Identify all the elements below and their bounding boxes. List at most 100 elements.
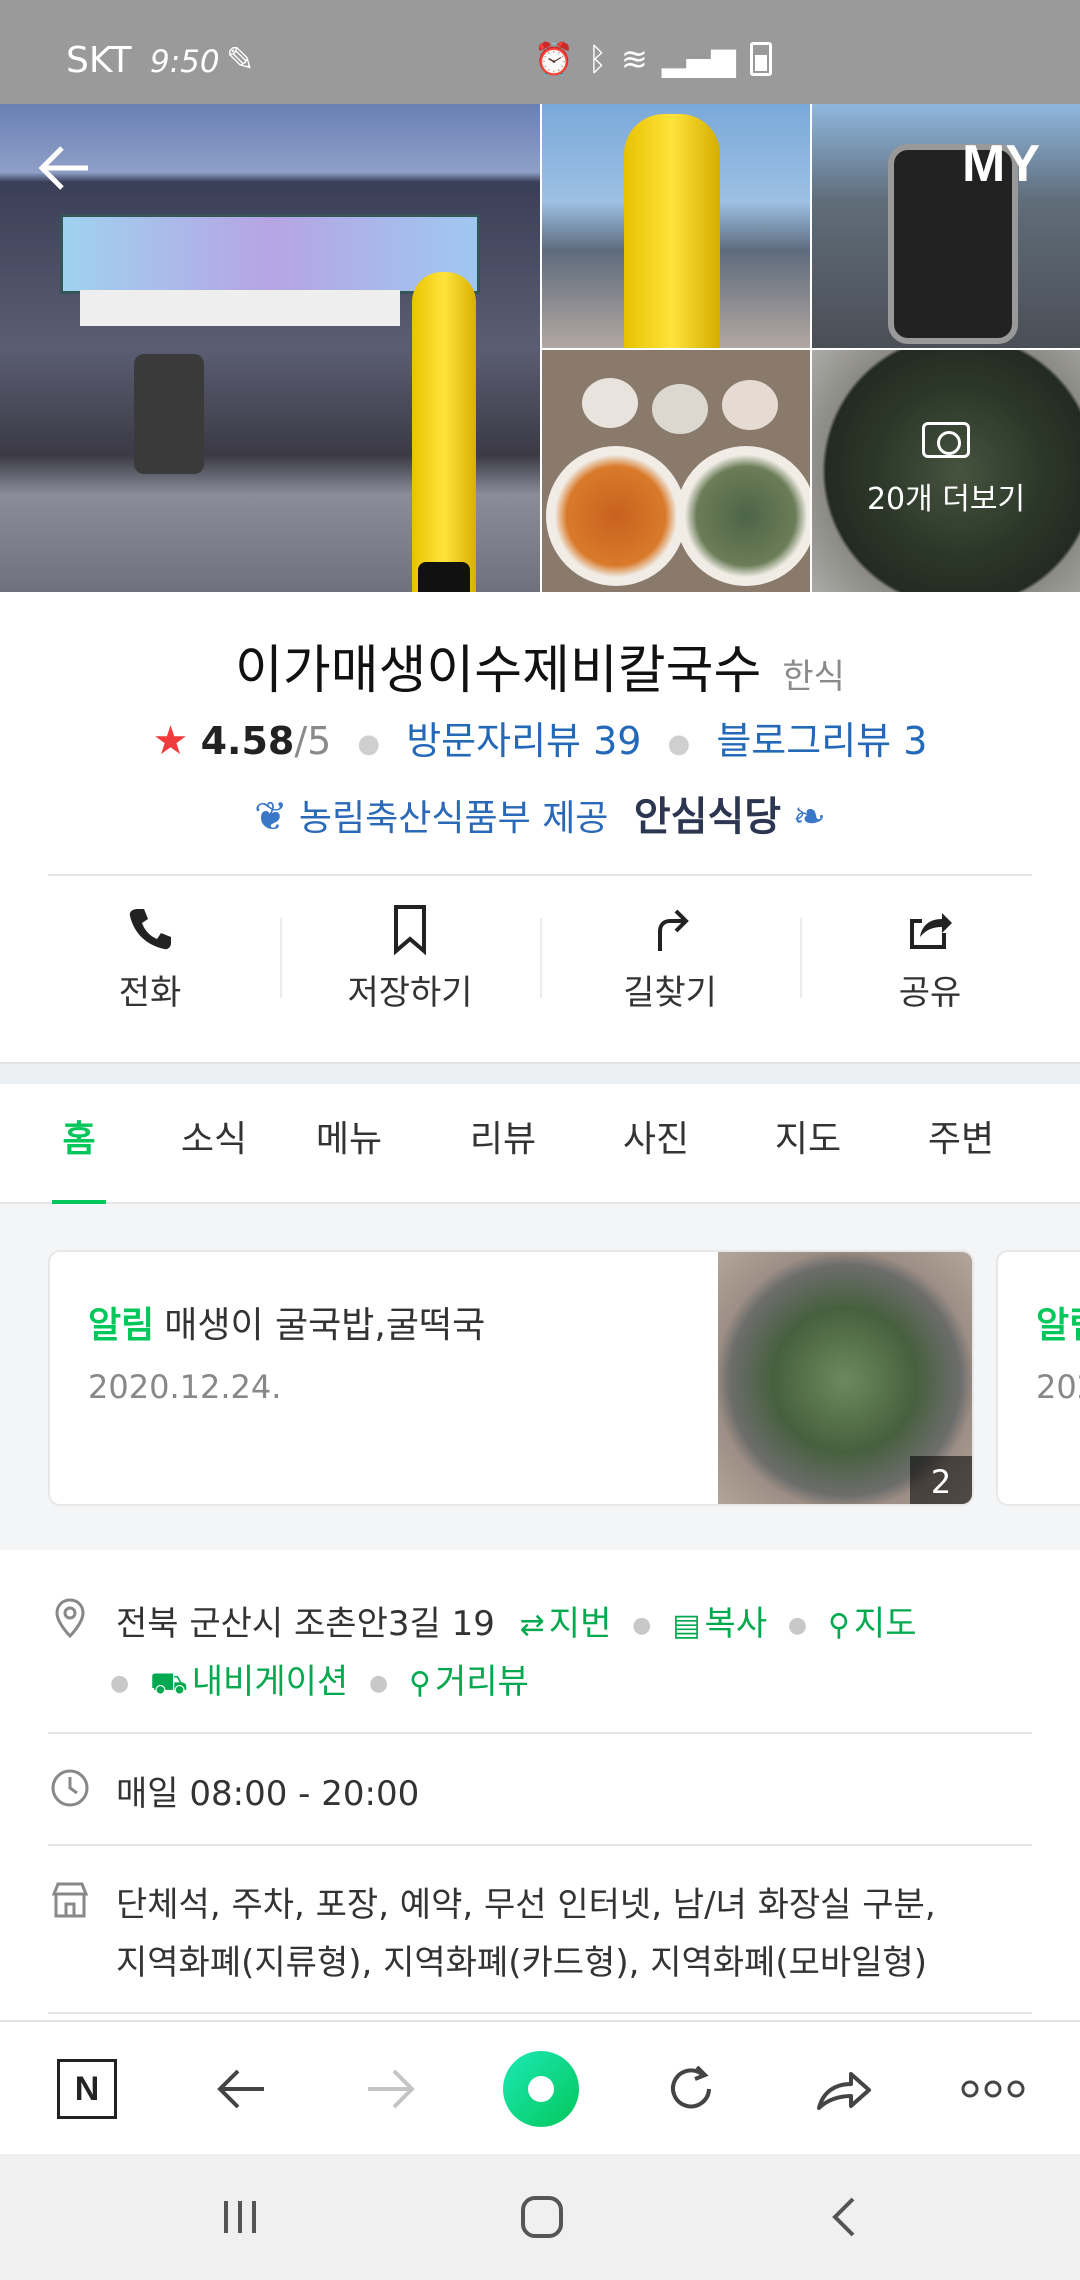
action-label: 저장하기 bbox=[347, 972, 473, 1013]
status-icons: ⏰ ᛒ ≋ ▂▄▆ bbox=[534, 40, 772, 78]
tab-bar: 홈 소식 메뉴 리뷰 사진 지도 주변 bbox=[0, 1084, 1080, 1204]
visitor-reviews-link[interactable]: 방문자리뷰 39 bbox=[406, 719, 641, 763]
notice-date: 2020.12.24. bbox=[1036, 1368, 1080, 1406]
badge-provider: 농림축산식품부 제공 bbox=[298, 798, 609, 839]
store-subsign-image bbox=[80, 290, 400, 326]
rating-row: ★ 4.58/5 ● 방문자리뷰 39 ● 블로그리뷰 3 bbox=[152, 718, 928, 764]
laurel-right-icon: ❧ bbox=[792, 794, 827, 840]
action-label: 길찾기 bbox=[623, 972, 717, 1013]
notice-title: 매생이 굴국밥,굴떡국 bbox=[164, 1305, 486, 1346]
more-photos-button[interactable]: 20개 더보기 bbox=[812, 422, 1080, 518]
clock-icon bbox=[51, 1769, 89, 1807]
divider bbox=[48, 1844, 1032, 1846]
battery-icon bbox=[749, 42, 772, 76]
browser-toolbar: N bbox=[0, 2020, 1080, 2154]
my-button[interactable]: MY bbox=[962, 134, 1040, 194]
tab-home[interactable]: 홈 bbox=[0, 1084, 158, 1204]
naver-logo-icon: N bbox=[57, 2059, 117, 2119]
section-separator bbox=[0, 1062, 1080, 1084]
browser-back-button[interactable] bbox=[186, 2022, 296, 2156]
phone-icon bbox=[129, 908, 171, 949]
badge-name: 안심식당 bbox=[633, 794, 782, 840]
noodle-bowl-image bbox=[546, 446, 686, 586]
streetview-icon: ⚲ bbox=[409, 1666, 431, 1701]
scooter-image bbox=[134, 354, 204, 474]
navigation-button[interactable]: ⛟ 내비게이션 bbox=[150, 1662, 348, 1702]
camera-icon bbox=[922, 422, 970, 458]
divider bbox=[48, 2012, 1032, 2014]
back-arrow-icon bbox=[38, 146, 88, 190]
green-dot-button[interactable] bbox=[486, 2022, 596, 2156]
amenities-line: 단체석, 주차, 포장, 예약, 무선 인터넷, 남/녀 화장실 구분, bbox=[116, 1885, 936, 1925]
amenities: 단체석, 주차, 포장, 예약, 무선 인터넷, 남/녀 화장실 구분, 지역화… bbox=[116, 1876, 936, 1992]
tab-photos[interactable]: 사진 bbox=[578, 1084, 734, 1204]
address-row-2: ● ⛟ 내비게이션 ● ⚲ 거리뷰 bbox=[110, 1654, 529, 1705]
home-button[interactable] bbox=[482, 2154, 602, 2280]
wifi-icon: ≋ bbox=[621, 40, 648, 78]
photo-gallery[interactable]: 20개 더보기 MY bbox=[0, 104, 1080, 592]
location-pin-icon bbox=[55, 1598, 85, 1639]
call-button[interactable]: 전화 bbox=[20, 888, 280, 1028]
store-sign-image bbox=[60, 214, 480, 294]
home-icon bbox=[521, 2196, 563, 2238]
tab-news[interactable]: 소식 bbox=[158, 1084, 270, 1204]
recent-apps-icon bbox=[224, 2201, 256, 2233]
side-dish-image bbox=[722, 380, 778, 430]
place-name: 이가매생이수제비칼국수 bbox=[235, 641, 762, 701]
notice-thumbnail: 2 bbox=[718, 1252, 972, 1504]
notification-icon: ✎ bbox=[226, 40, 255, 80]
amenities-line: 지역화폐(지류형), 지역화폐(카드형), 지역화폐(모바일형) bbox=[116, 1943, 927, 1983]
system-back-button[interactable] bbox=[784, 2154, 904, 2280]
swap-icon: ⇄ bbox=[519, 1608, 545, 1643]
blog-reviews-link[interactable]: 블로그리뷰 3 bbox=[716, 719, 927, 763]
notice-tag: 알림 bbox=[88, 1305, 155, 1346]
more-dots-icon bbox=[961, 2080, 1025, 2098]
signal-icon: ▂▄▆ bbox=[661, 40, 736, 78]
car-icon: ⛟ bbox=[150, 1666, 188, 1701]
side-dish-image bbox=[652, 384, 708, 434]
jibun-button[interactable]: ⇄ 지번 bbox=[520, 1604, 612, 1644]
recent-apps-button[interactable] bbox=[180, 2154, 300, 2280]
business-hours[interactable]: 매일 08:00 - 20:00 bbox=[116, 1766, 419, 1815]
notice-card[interactable]: 알림 매생이 굴국밥,굴떡국 2020.12.24. 2 bbox=[48, 1250, 974, 1506]
back-chevron-icon bbox=[832, 2197, 855, 2237]
place-title-row: 이가매생이수제비칼국수 한식 bbox=[0, 628, 1080, 703]
store-icon bbox=[51, 1882, 89, 1918]
bluetooth-icon: ᛒ bbox=[587, 40, 608, 78]
forward-arrow-icon bbox=[368, 2069, 415, 2109]
tab-reviews[interactable]: 리뷰 bbox=[428, 1084, 578, 1204]
copy-button[interactable]: ▤ 복사 bbox=[672, 1604, 767, 1644]
photo-count-badge: 2 bbox=[910, 1456, 972, 1504]
rating-max: /5 bbox=[294, 719, 332, 763]
notice-carousel: 알림매생이 굴국밥,굴떡국 2020.12.24. 2 알림 2020.12.2… bbox=[0, 1204, 1080, 1550]
air-banner-image bbox=[624, 114, 720, 348]
notice-card-next[interactable]: 알림 2020.12.24. bbox=[996, 1250, 1080, 1506]
streetview-button[interactable]: ⚲ 거리뷰 bbox=[409, 1662, 529, 1702]
refresh-button[interactable] bbox=[636, 2022, 746, 2156]
map-button[interactable]: ⚲ 지도 bbox=[828, 1604, 917, 1644]
map-pin-icon: ⚲ bbox=[827, 1608, 850, 1643]
share-button[interactable]: 공유 bbox=[800, 888, 1060, 1028]
food-photo[interactable] bbox=[542, 350, 810, 592]
place-category: 한식 bbox=[782, 657, 845, 697]
green-dot-icon bbox=[503, 2051, 579, 2127]
safe-restaurant-badge[interactable]: ❦ 농림축산식품부 제공 안심식당 ❧ bbox=[0, 784, 1080, 842]
back-button[interactable] bbox=[34, 140, 94, 196]
tab-menu[interactable]: 메뉴 bbox=[270, 1084, 428, 1204]
bookmark-icon bbox=[394, 904, 426, 955]
naver-home-button[interactable]: N bbox=[32, 2022, 142, 2156]
more-menu-button[interactable] bbox=[938, 2022, 1048, 2156]
browser-forward-button[interactable] bbox=[336, 2022, 446, 2156]
side-dish-image bbox=[582, 378, 638, 428]
directions-button[interactable]: 길찾기 bbox=[540, 888, 800, 1028]
action-bar: 전화 저장하기 길찾기 공유 bbox=[20, 888, 1060, 1028]
back-arrow-icon bbox=[217, 2069, 264, 2109]
tab-nearby[interactable]: 주변 bbox=[882, 1084, 1040, 1204]
notice-date: 2020.12.24. bbox=[88, 1368, 282, 1406]
share-page-button[interactable] bbox=[788, 2022, 898, 2156]
save-button[interactable]: 저장하기 bbox=[280, 888, 540, 1028]
tab-map[interactable]: 지도 bbox=[734, 1084, 882, 1204]
carrier-label: SKT bbox=[66, 40, 132, 81]
star-icon: ★ bbox=[152, 718, 189, 764]
banner-photo[interactable] bbox=[542, 104, 810, 348]
